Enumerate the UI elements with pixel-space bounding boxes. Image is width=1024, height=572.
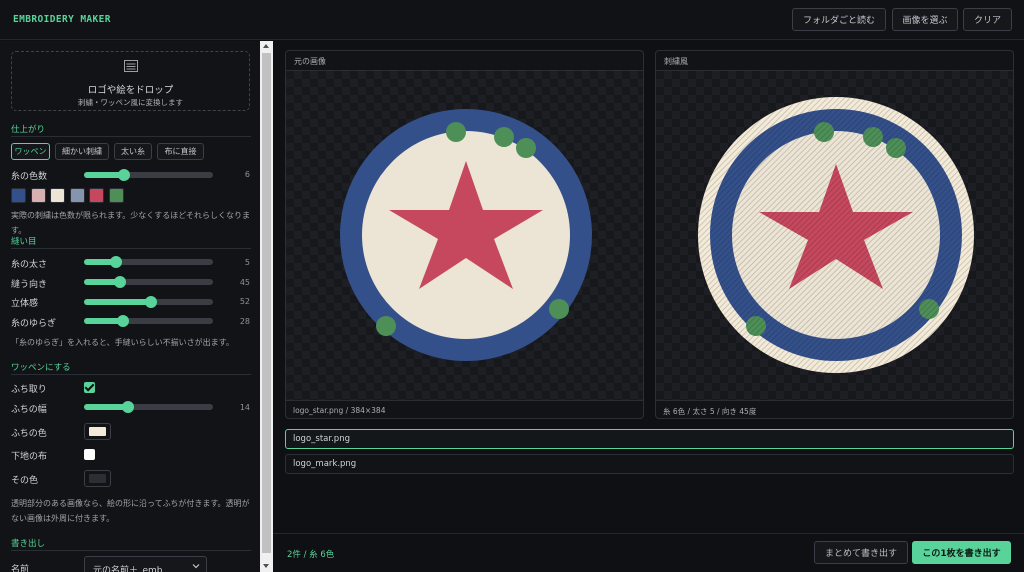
relief-value: 52 [239,297,250,306]
scroll-down-arrow-icon[interactable] [263,564,269,568]
status-text: 2件 / 糸 6色 [287,550,335,560]
app-title: EMBROIDERY MAKER [13,14,111,25]
thread-swatch[interactable] [109,188,124,203]
original-image [340,109,592,361]
stitch-direction-value: 45 [239,278,250,287]
export-name-select[interactable]: 元の名前＋_emb [84,556,207,572]
other-color-label: その色 [11,476,39,486]
dropzone-subtitle: 刺繍・ワッペン風に変換します [78,98,183,107]
export-section-title: 書き出し [11,539,46,549]
file-list-item[interactable]: logo_star.png [285,429,1014,449]
divider [11,136,251,137]
file-list-item[interactable]: logo_mark.png [285,454,1014,474]
settings-sidebar: ロゴや絵をドロップ 刺繍・ワッペン風に変換します 仕上がり ワッペン 細かい刺繍… [0,41,260,572]
stitch-direction-slider[interactable] [84,276,213,288]
original-preview-panel: 元の画像 logo_star.png / 384×384 [285,50,644,419]
embroidered-image [698,97,974,373]
thread-swatch[interactable] [70,188,85,203]
export-name-value: 元の名前＋_emb [93,566,163,572]
embroidered-preview-panel: 刺繍風 糸 6色 / 太さ 5 / 向き 45度 [655,50,1014,419]
patch-note-line2: ない画像は外周に付きます。 [11,514,115,523]
border-color-label: ふちの色 [11,429,47,439]
thread-jitter-slider[interactable] [84,315,213,327]
color-count-label: 糸の色数 [11,172,48,182]
load-folder-button[interactable]: フォルダごと読む [792,8,886,31]
preset-chip-direct[interactable]: 布に直接 [157,143,204,160]
thread-jitter-label: 糸のゆらぎ [11,319,57,329]
embroidered-caption: 糸 6色 / 太さ 5 / 向き 45度 [663,407,757,416]
color-count-slider[interactable] [84,169,213,181]
slider-thumb[interactable] [116,315,129,327]
main-area: 元の画像 logo_star.png / 384×384 刺繍風 糸 6色 / … [273,41,1024,572]
jitter-note: 「糸のゆらぎ」を入れると、手縫いらしい不揃いさが出ます。 [11,338,234,347]
scrollbar-thumb[interactable] [262,53,271,553]
slider-thumb[interactable] [117,169,130,181]
thread-thickness-label: 糸の太さ [11,260,48,270]
thread-thickness-value: 5 [244,258,250,267]
select-image-button[interactable]: 画像を選ぶ [892,8,958,31]
thread-swatch[interactable] [31,188,46,203]
base-cloth-label: 下地の布 [11,452,48,462]
original-caption: logo_star.png / 384×384 [293,406,386,415]
thread-swatch[interactable] [89,188,104,203]
list-icon [124,60,138,72]
slider-thumb[interactable] [145,296,158,308]
divider [11,550,251,551]
thread-thickness-slider[interactable] [84,256,213,268]
thread-swatch[interactable] [50,188,65,203]
divider [11,374,251,375]
divider [11,248,251,249]
stitch-section-title: 縫い目 [11,237,37,247]
file-name: logo_mark.png [293,459,357,469]
stitch-direction-label: 縫う向き [11,280,48,290]
original-panel-title: 元の画像 [294,57,326,66]
thread-jitter-value: 28 [239,317,250,326]
export-all-button[interactable]: まとめて書き出す [814,541,908,564]
border-width-value: 14 [239,403,250,412]
preset-chip-thick[interactable]: 太い糸 [114,143,152,160]
border-label: ふち取り [11,385,47,395]
thread-swatch[interactable] [11,188,26,203]
preset-chip-patch[interactable]: ワッペン [11,143,50,160]
scroll-up-arrow-icon[interactable] [263,44,269,48]
slider-thumb[interactable] [110,256,123,268]
slider-thumb[interactable] [114,276,127,288]
color-count-value: 6 [244,170,250,179]
sidebar-scrollbar[interactable] [260,41,273,572]
clear-button[interactable]: クリア [963,8,1012,31]
dropzone-title: ロゴや絵をドロップ [87,85,174,96]
image-dropzone[interactable]: ロゴや絵をドロップ 刺繍・ワッペン風に変換します [11,51,250,111]
border-width-label: ふちの幅 [11,405,47,415]
base-cloth-checkbox[interactable] [84,449,95,460]
patch-section-title: ワッペンにする [11,363,71,373]
border-width-slider[interactable] [84,401,213,413]
chevron-down-icon [192,564,200,569]
export-name-label: 名前 [11,565,30,572]
preset-chip-fine[interactable]: 細かい刺繍 [55,143,109,160]
embroidered-panel-title: 刺繍風 [664,57,688,66]
file-name: logo_star.png [293,434,350,444]
relief-label: 立体感 [11,299,39,309]
slider-thumb[interactable] [121,401,134,413]
border-checkbox[interactable] [84,382,95,393]
relief-slider[interactable] [84,296,213,308]
export-one-button[interactable]: この1枚を書き出す [912,541,1011,564]
color-count-note: 実際の刺繍は色数が限られます。少なくするほどそれらしくなります。 [11,211,250,235]
app-header: EMBROIDERY MAKER フォルダごと読む 画像を選ぶ クリア [0,0,1024,40]
finish-section-title: 仕上がり [11,125,46,135]
border-color-picker[interactable] [84,423,111,440]
other-color-picker[interactable] [84,470,111,487]
patch-note-line1: 透明部分のある画像なら、絵の形に沿ってふちが付きます。透明が [11,499,250,508]
